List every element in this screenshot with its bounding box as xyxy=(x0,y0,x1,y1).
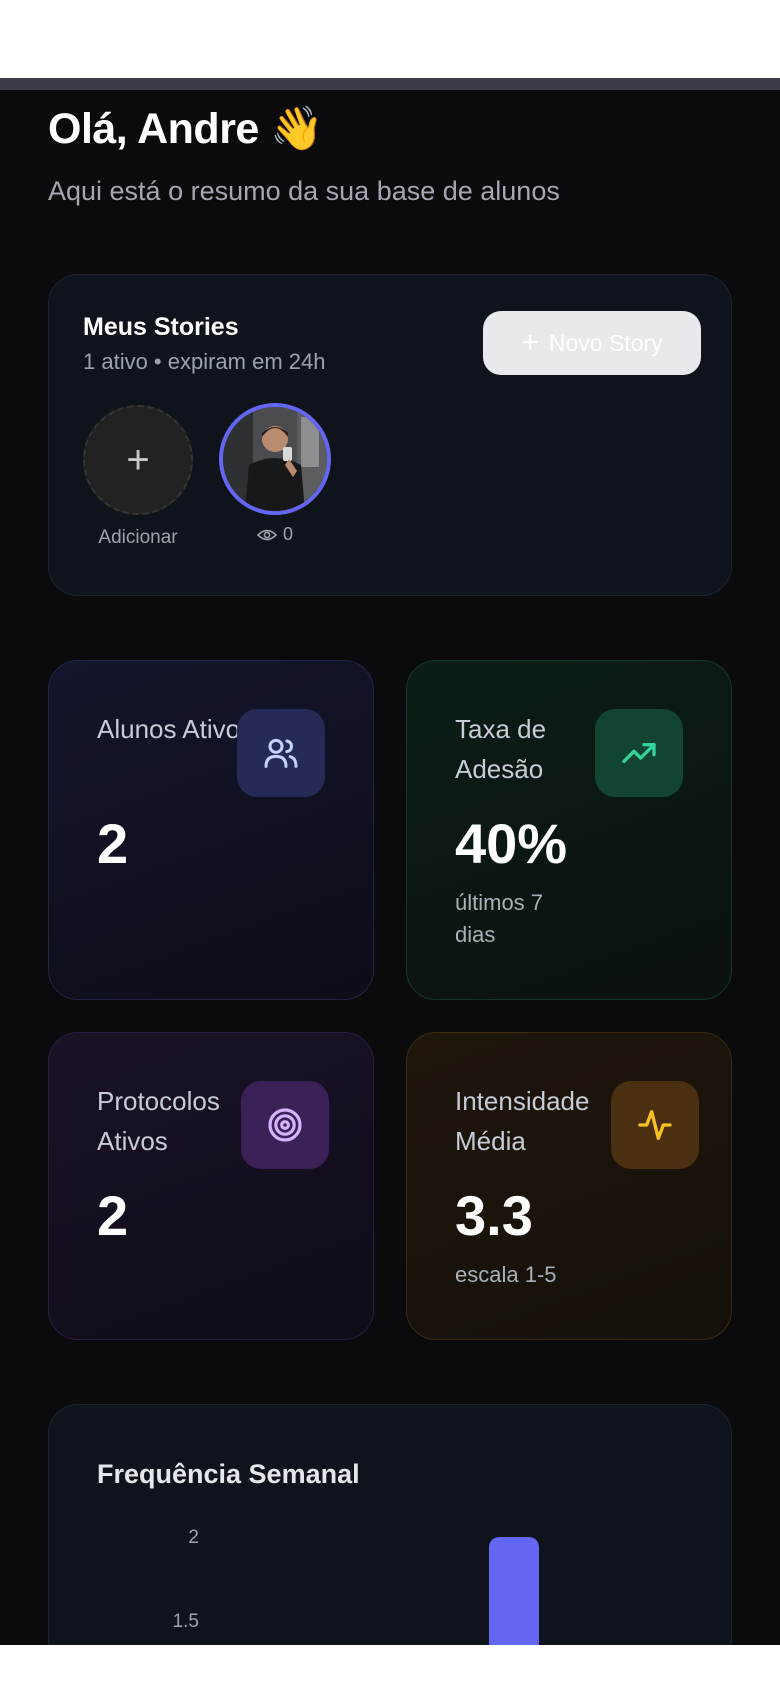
plus-icon: + xyxy=(521,326,539,359)
users-icon xyxy=(237,709,325,797)
plus-icon: + xyxy=(126,437,150,482)
story-thumbnail[interactable] xyxy=(219,403,331,515)
stat-label: Protocolos Ativos xyxy=(97,1086,220,1156)
app-screen: Olá, Andre 👋 Aqui está o resumo da sua b… xyxy=(0,78,780,1645)
y-tick-label: 2 xyxy=(188,1527,199,1548)
new-story-button[interactable]: + Novo Story xyxy=(483,311,701,375)
stories-card: Meus Stories 1 ativo • expiram em 24h + … xyxy=(48,274,732,596)
stat-label: Alunos Ativos xyxy=(97,714,254,744)
add-story-button[interactable]: + xyxy=(83,405,193,515)
stat-note: escala 1-5 xyxy=(455,1262,557,1287)
y-tick-label: 1.5 xyxy=(172,1611,199,1632)
story-views: 0 xyxy=(219,524,331,545)
stat-label: Intensidade Média xyxy=(455,1086,590,1156)
stat-value: 40% xyxy=(455,812,568,875)
frequency-card: Frequência Semanal 2 1.5 xyxy=(48,1404,732,1645)
stat-value: 3.3 xyxy=(455,1184,533,1247)
stat-card-alunos-ativos: Alunos Ativos 2 xyxy=(48,660,374,1000)
story-photo xyxy=(223,407,327,511)
stat-value: 2 xyxy=(97,812,129,875)
stories-subtitle: 1 ativo • expiram em 24h xyxy=(83,349,326,374)
greeting-title: Olá, Andre 👋 xyxy=(48,105,324,153)
stat-card-taxa-adesao: Taxa de Adesão 40% últimos 7 dias xyxy=(406,660,732,1000)
frequency-title: Frequência Semanal xyxy=(97,1459,360,1489)
target-icon xyxy=(241,1081,329,1169)
stat-note: últimos 7 dias xyxy=(455,890,544,947)
stat-card-intensidade-media: Intensidade Média 3.3 escala 1-5 xyxy=(406,1032,732,1340)
top-strip xyxy=(0,78,780,90)
chart-bar[interactable] xyxy=(489,1537,539,1645)
stat-card-protocolos-ativos: Protocolos Ativos 2 xyxy=(48,1032,374,1340)
activity-icon xyxy=(611,1081,699,1169)
story-views-count: 0 xyxy=(282,524,293,544)
trending-up-icon xyxy=(595,709,683,797)
stories-title: Meus Stories xyxy=(83,313,239,341)
stat-value: 2 xyxy=(97,1184,129,1247)
new-story-label: Novo Story xyxy=(548,329,663,356)
add-story-label: Adicionar xyxy=(98,527,178,548)
eye-icon xyxy=(256,529,277,540)
greeting-subtitle: Aqui está o resumo da sua base de alunos xyxy=(48,176,560,206)
stat-label: Taxa de Adesão xyxy=(455,714,547,784)
